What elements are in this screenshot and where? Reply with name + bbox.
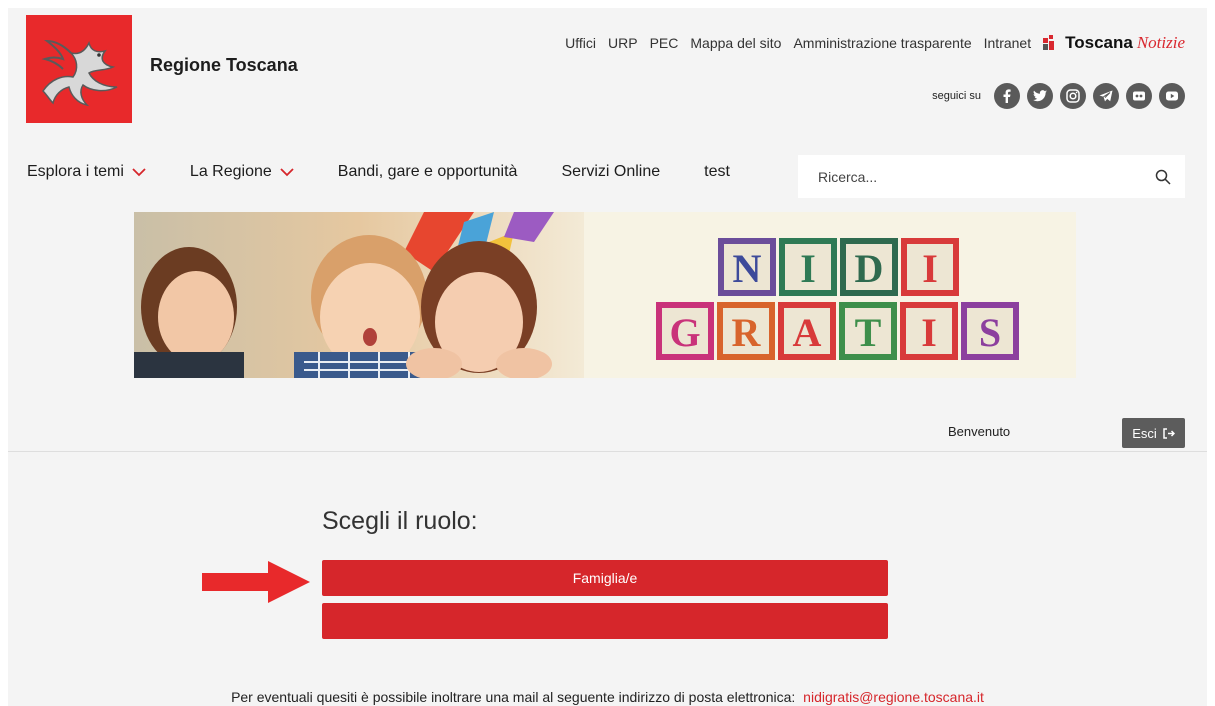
welcome-text: Benvenuto [948, 424, 1011, 439]
block-letter: D [855, 246, 884, 291]
nav-item-label: test [704, 163, 730, 180]
youtube-icon[interactable] [1159, 83, 1185, 109]
toscana-notizie-italic: Notizie [1136, 33, 1185, 52]
main-nav: Esplora i temi La Regione Bandi, gare e … [27, 163, 774, 181]
facebook-icon[interactable] [994, 83, 1020, 109]
toscana-notizie-link[interactable]: Toscana Notizie [1043, 33, 1185, 53]
nav-item-la-regione[interactable]: La Regione [190, 163, 294, 181]
twitter-icon[interactable] [1027, 83, 1053, 109]
block-letter: I [922, 246, 938, 291]
regione-toscana-logo[interactable] [26, 15, 132, 123]
pegasus-icon [41, 39, 118, 107]
sign-out-icon [1163, 427, 1175, 439]
role-button-2[interactable] [322, 603, 888, 639]
chevron-down-icon [132, 167, 146, 176]
divider [8, 451, 1207, 452]
arrow-right-icon [202, 561, 310, 603]
role-button-famiglia[interactable]: Famiglia/e [322, 560, 888, 596]
banner-image: N I D I G R A T I S [134, 212, 1076, 378]
role-title: Scegli il ruolo: [322, 507, 478, 535]
top-link-intranet[interactable]: Intranet [984, 35, 1031, 51]
nav-item-label: La Regione [189, 163, 272, 180]
nav-item-label: Esplora i temi [27, 163, 124, 180]
block-letter: I [800, 246, 816, 291]
top-links: Uffici URP PEC Mappa del sito Amministra… [565, 33, 1185, 53]
search-box [798, 155, 1185, 198]
block-letter: T [855, 310, 882, 355]
nav-item-esplora-i-temi[interactable]: Esplora i temi [27, 163, 146, 181]
nav-item-test[interactable]: test [704, 163, 730, 181]
top-link-uffici[interactable]: Uffici [565, 35, 596, 51]
logout-button[interactable]: Esci [1122, 418, 1185, 448]
toscana-notizie-icon [1043, 35, 1055, 50]
footer-note-text: Per eventuali quesiti è possibile inoltr… [231, 689, 796, 705]
block-letter: N [733, 246, 762, 291]
toscana-notizie-bold: Toscana [1065, 33, 1133, 52]
nav-item-servizi-online[interactable]: Servizi Online [561, 163, 660, 181]
follow-label: seguici su [932, 90, 981, 102]
top-link-urp[interactable]: URP [608, 35, 638, 51]
telegram-icon[interactable] [1093, 83, 1119, 109]
footer-note: Per eventuali quesiti è possibile inoltr… [8, 689, 1207, 705]
block-letter: R [732, 310, 762, 355]
nav-item-label: Servizi Online [561, 163, 661, 180]
site-name[interactable]: Regione Toscana [150, 55, 298, 76]
top-link-mappa-del-sito[interactable]: Mappa del sito [690, 35, 781, 51]
flickr-icon[interactable] [1126, 83, 1152, 109]
social-bar: seguici su [932, 83, 1185, 109]
nav-item-bandi-gare[interactable]: Bandi, gare e opportunità [338, 163, 518, 181]
search-icon[interactable] [1155, 169, 1171, 185]
nidi-gratis-banner: N I D I G R A T I S [134, 212, 1076, 378]
block-letter: S [979, 310, 1001, 355]
contact-email-link[interactable]: nidigratis@regione.toscana.it [803, 689, 984, 705]
page: Regione Toscana Uffici URP PEC Mappa del… [8, 8, 1207, 706]
block-letter: I [921, 310, 937, 355]
logout-label: Esci [1132, 425, 1157, 441]
block-letter: A [793, 310, 822, 355]
search-input[interactable] [818, 168, 1118, 185]
top-link-amministrazione-trasparente[interactable]: Amministrazione trasparente [793, 35, 971, 51]
instagram-icon[interactable] [1060, 83, 1086, 109]
block-letter: G [669, 310, 700, 355]
top-link-pec[interactable]: PEC [650, 35, 679, 51]
nav-item-label: Bandi, gare e opportunità [337, 163, 518, 180]
chevron-down-icon [280, 167, 294, 176]
